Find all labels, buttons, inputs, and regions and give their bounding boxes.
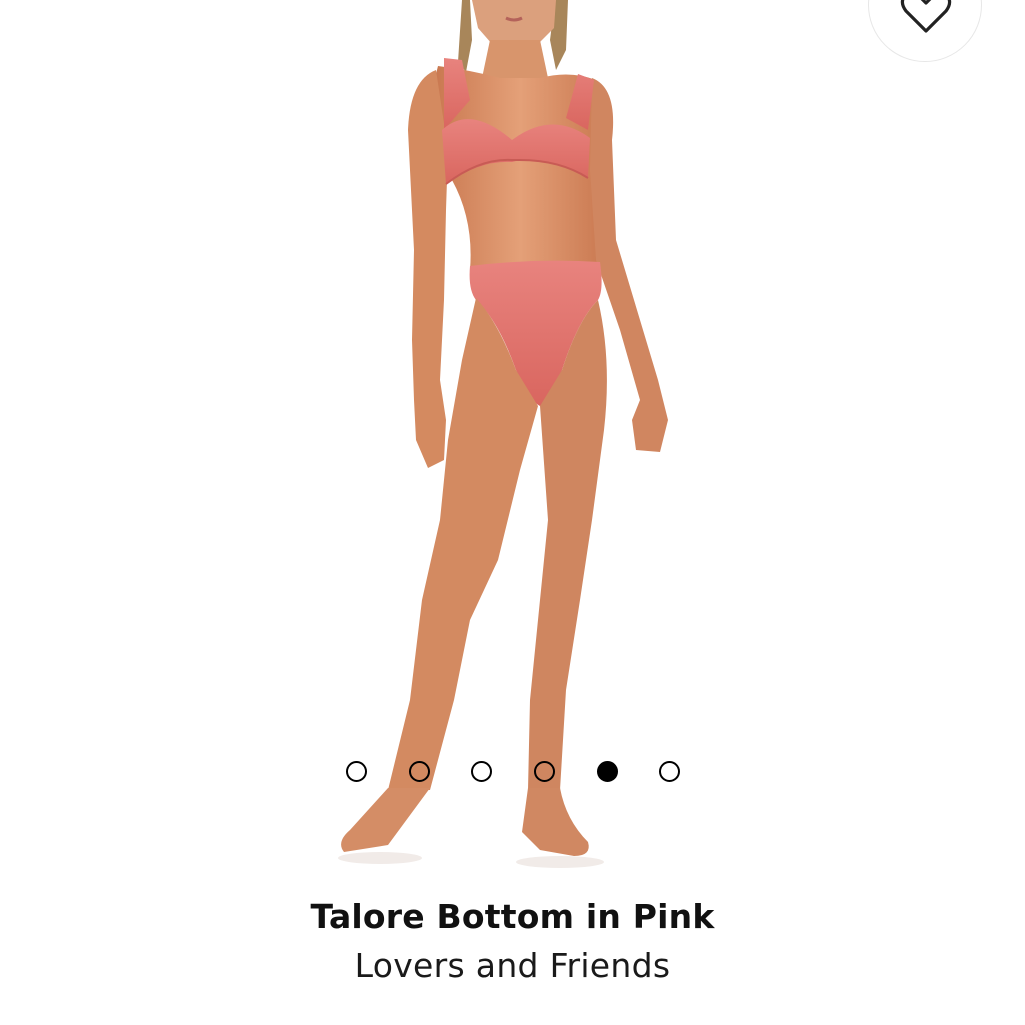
product-title: Talore Bottom in Pink [310, 897, 715, 936]
model-right-foot [522, 788, 589, 856]
carousel-dot-5[interactable] [597, 761, 618, 782]
carousel-dot-6[interactable] [659, 761, 680, 782]
model-left-leg [388, 298, 538, 790]
carousel-dot-2[interactable] [409, 761, 430, 782]
product-image[interactable] [0, 0, 1025, 880]
carousel-dot-1[interactable] [346, 761, 367, 782]
carousel-dot-4[interactable] [534, 761, 555, 782]
model-left-arm [408, 70, 448, 468]
carousel-dot-3[interactable] [471, 761, 492, 782]
model-left-foot [341, 788, 430, 852]
carousel-pagination [0, 761, 1025, 783]
heart-icon [900, 0, 952, 33]
product-brand[interactable]: Lovers and Friends [0, 942, 1025, 990]
